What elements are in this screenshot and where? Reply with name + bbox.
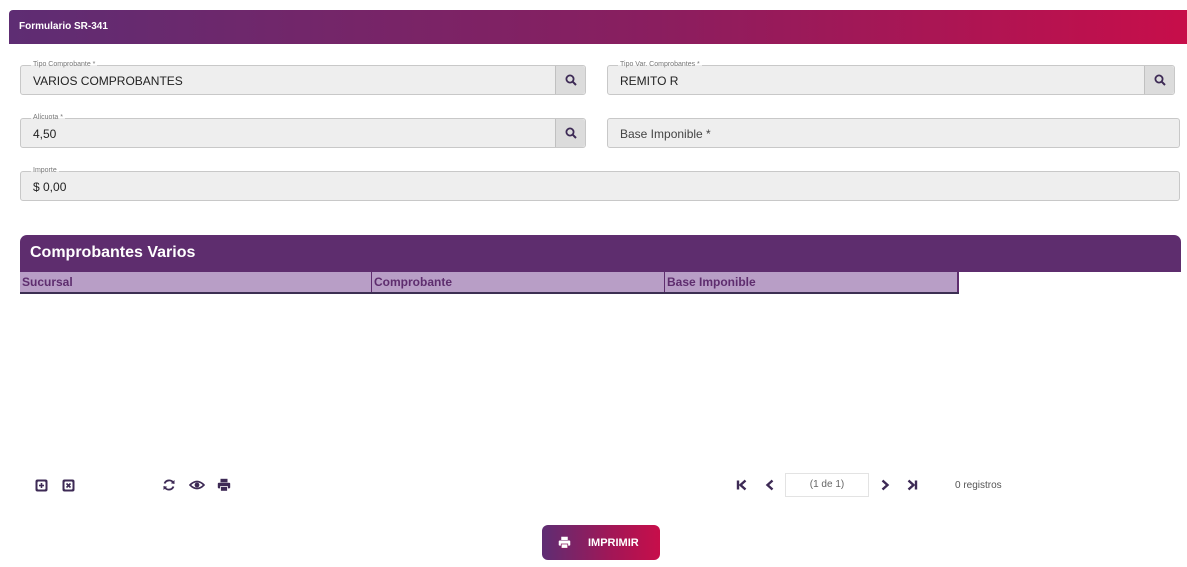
grid-column-headers: Sucursal Comprobante Base Imponible — [20, 272, 959, 294]
close-square-icon — [62, 479, 74, 491]
imprimir-button[interactable]: IMPRIMIR — [542, 525, 660, 560]
plus-square-icon — [35, 479, 47, 491]
search-icon — [565, 127, 577, 139]
pager-first-button[interactable] — [733, 476, 751, 494]
delete-row-button[interactable] — [61, 478, 75, 492]
tipo-comprobante-search-button[interactable] — [555, 66, 585, 94]
view-button[interactable] — [189, 478, 205, 492]
add-row-button[interactable] — [34, 478, 48, 492]
chevron-left-icon — [765, 479, 774, 491]
search-icon — [565, 74, 577, 86]
form-title: Formulario SR-341 — [19, 21, 108, 32]
tipo-var-comprobantes-search-button[interactable] — [1144, 66, 1174, 94]
importe-field[interactable]: Importe $ 0,00 — [20, 166, 1180, 201]
refresh-button[interactable] — [162, 478, 176, 492]
grid-title: Comprobantes Varios — [30, 244, 196, 261]
records-count: 0 registros — [955, 480, 1002, 491]
tipo-var-comprobantes-label: Tipo Var. Comprobantes * — [618, 60, 702, 69]
print-grid-button[interactable] — [217, 478, 231, 492]
column-header-comprobante[interactable]: Comprobante — [372, 272, 665, 292]
chevron-right-icon — [881, 479, 890, 491]
eye-icon — [189, 480, 205, 490]
form-header: Formulario SR-341 — [9, 10, 1187, 44]
comprobantes-grid: Comprobantes Varios Sucursal Comprobante… — [20, 235, 1181, 510]
grid-header: Comprobantes Varios — [20, 235, 1181, 272]
pager-next-button[interactable] — [876, 476, 894, 494]
importe-value: $ 0,00 — [33, 180, 67, 194]
alicuota-field[interactable]: Alícuota * 4,50 — [20, 113, 586, 148]
alicuota-search-button[interactable] — [555, 119, 585, 147]
first-page-icon — [736, 479, 747, 491]
search-icon — [1154, 74, 1166, 86]
alicuota-value: 4,50 — [33, 127, 57, 141]
base-imponible-placeholder: Base Imponible * — [620, 127, 711, 141]
pager-last-button[interactable] — [903, 476, 921, 494]
base-imponible-field[interactable]: Base Imponible * — [607, 118, 1180, 148]
alicuota-label: Alícuota * — [31, 113, 65, 122]
imprimir-label: IMPRIMIR — [588, 537, 639, 549]
column-header-sucursal[interactable]: Sucursal — [20, 272, 372, 292]
tipo-comprobante-value: VARIOS COMPROBANTES — [33, 74, 183, 88]
last-page-icon — [907, 479, 918, 491]
tipo-var-comprobantes-field[interactable]: Tipo Var. Comprobantes * REMITO R — [607, 60, 1175, 95]
tipo-comprobante-label: Tipo Comprobante * — [31, 60, 98, 69]
print-icon — [558, 536, 571, 549]
pager-info: (1 de 1) — [785, 473, 869, 497]
column-header-base-imponible[interactable]: Base Imponible — [665, 272, 959, 292]
tipo-comprobante-field[interactable]: Tipo Comprobante * VARIOS COMPROBANTES — [20, 60, 586, 95]
print-icon — [217, 478, 231, 492]
pager-prev-button[interactable] — [761, 476, 779, 494]
tipo-var-comprobantes-value: REMITO R — [620, 74, 679, 88]
refresh-icon — [163, 479, 175, 491]
importe-label: Importe — [31, 166, 59, 175]
